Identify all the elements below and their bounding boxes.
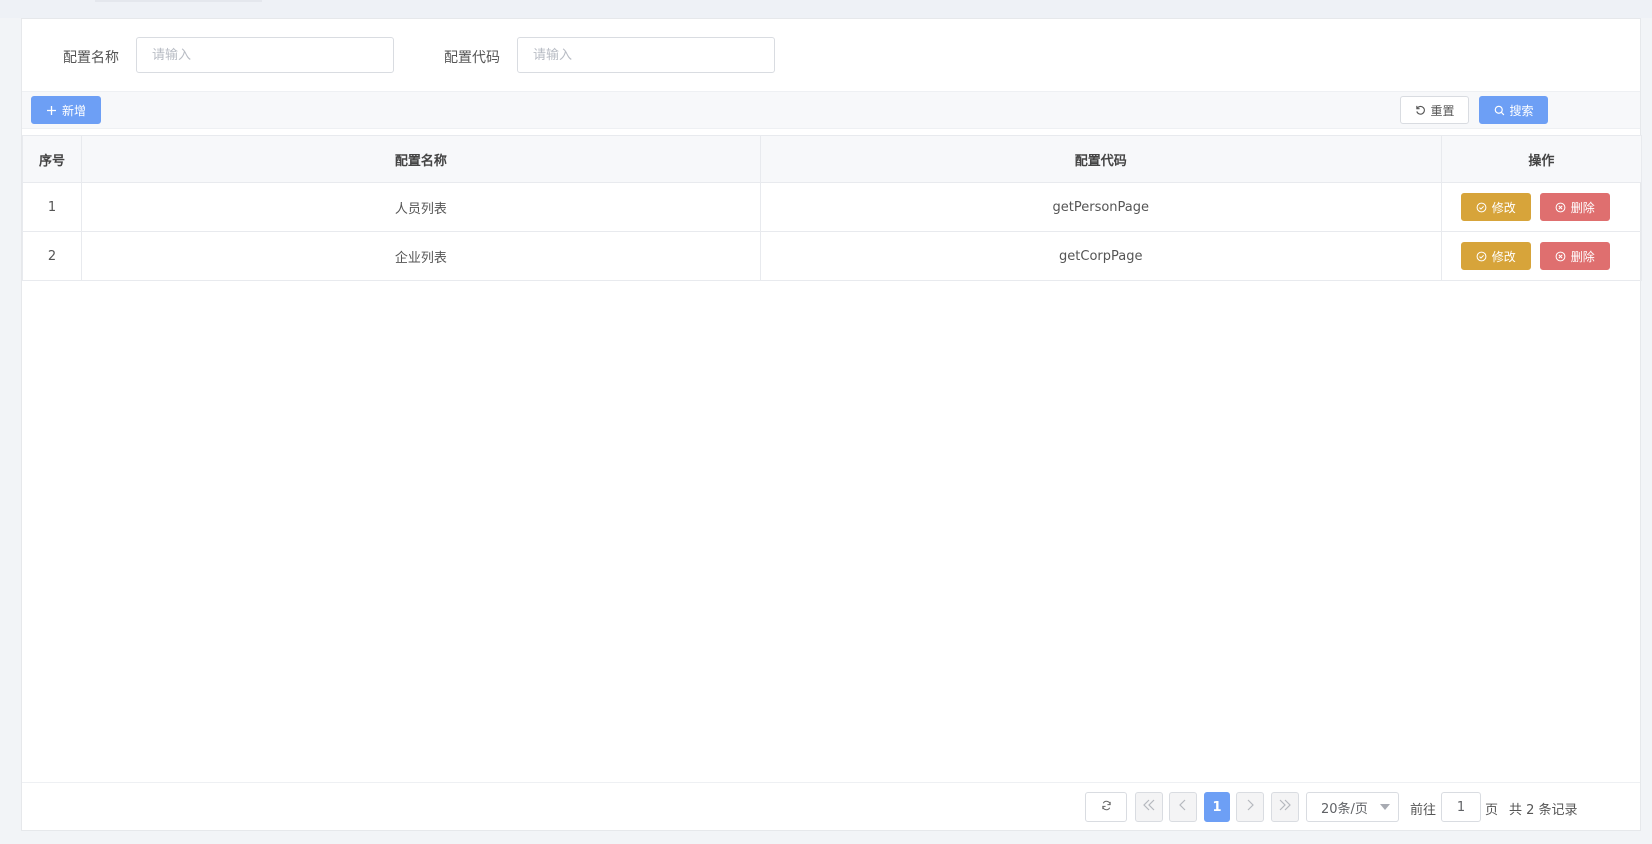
plus-icon <box>46 104 58 116</box>
cell-index: 1 <box>21 182 83 232</box>
table-header-row: 序号 配置名称 配置代码 操作 <box>21 135 1643 183</box>
top-tab-strip <box>0 0 1652 18</box>
cell-config-code: getPersonPage <box>759 182 1442 232</box>
config-table: 序号 配置名称 配置代码 操作 1 人员列表 getPersonPage 修改 … <box>21 135 1643 281</box>
page-size-value: 20条/页 <box>1321 801 1368 817</box>
toolbar: 新增 重置 搜索 <box>22 91 1640 129</box>
column-header-config-name: 配置名称 <box>81 135 761 183</box>
edit-button[interactable]: 修改 <box>1460 242 1531 270</box>
edit-button-label: 修改 <box>1491 249 1516 264</box>
config-name-label: 配置名称 <box>63 50 119 66</box>
next-page-button[interactable] <box>1236 792 1264 822</box>
refresh-page-button[interactable] <box>1085 792 1127 822</box>
delete-button[interactable]: 删除 <box>1539 193 1610 221</box>
column-header-actions: 操作 <box>1440 135 1643 183</box>
delete-button-label: 删除 <box>1570 249 1595 264</box>
add-button-label: 新增 <box>61 103 86 118</box>
edit-button-label: 修改 <box>1491 200 1516 215</box>
edit-button[interactable]: 修改 <box>1460 193 1531 221</box>
refresh-icon <box>1414 104 1426 116</box>
double-chevron-right-icon <box>1278 799 1292 815</box>
delete-button-label: 删除 <box>1570 200 1595 215</box>
cell-actions: 修改 删除 <box>1440 182 1643 232</box>
cell-index: 2 <box>21 231 83 281</box>
close-circle-icon <box>1555 250 1567 262</box>
search-button[interactable]: 搜索 <box>1479 96 1548 124</box>
chevron-left-icon <box>1178 799 1188 815</box>
cell-config-name: 企业列表 <box>81 231 761 281</box>
total-records: 共 2 条记录 <box>1509 803 1578 818</box>
column-header-config-code: 配置代码 <box>759 135 1442 183</box>
config-panel: 配置名称 配置代码 新增 重置 搜索 <box>21 18 1643 831</box>
table-row: 1 人员列表 getPersonPage 修改 删除 <box>21 182 1643 232</box>
prev-page-button[interactable] <box>1169 792 1197 822</box>
goto-page-input[interactable]: 1 <box>1441 792 1481 822</box>
search-button-label: 搜索 <box>1509 103 1534 118</box>
tab-indicator <box>95 0 262 2</box>
reset-button[interactable]: 重置 <box>1400 96 1469 124</box>
reset-button-label: 重置 <box>1430 103 1455 118</box>
pagination: 1 20条/页 前往 1 页 共 2 条记录 <box>22 782 1640 830</box>
check-circle-icon <box>1476 201 1488 213</box>
config-code-label: 配置代码 <box>444 50 500 66</box>
column-header-index: 序号 <box>21 135 83 183</box>
cell-config-name: 人员列表 <box>81 182 761 232</box>
check-circle-icon <box>1476 250 1488 262</box>
refresh-icon <box>1101 800 1112 815</box>
caret-down-icon <box>1380 800 1390 815</box>
search-form: 配置名称 配置代码 <box>22 19 1640 91</box>
cell-config-code: getCorpPage <box>759 231 1442 281</box>
page-size-select[interactable]: 20条/页 <box>1306 792 1399 822</box>
first-page-button[interactable] <box>1135 792 1163 822</box>
goto-prefix: 前往 <box>1410 803 1437 818</box>
chevron-right-icon <box>1245 799 1255 815</box>
goto-suffix: 页 <box>1485 803 1499 818</box>
config-code-input[interactable] <box>517 37 775 73</box>
double-chevron-left-icon <box>1142 799 1156 815</box>
add-button[interactable]: 新增 <box>31 96 101 124</box>
last-page-button[interactable] <box>1271 792 1299 822</box>
page-number-button[interactable]: 1 <box>1204 792 1230 822</box>
close-circle-icon <box>1555 201 1567 213</box>
search-icon <box>1493 104 1505 116</box>
cell-actions: 修改 删除 <box>1440 231 1643 281</box>
table-row: 2 企业列表 getCorpPage 修改 删除 <box>21 231 1643 281</box>
config-name-input[interactable] <box>136 37 394 73</box>
delete-button[interactable]: 删除 <box>1539 242 1610 270</box>
